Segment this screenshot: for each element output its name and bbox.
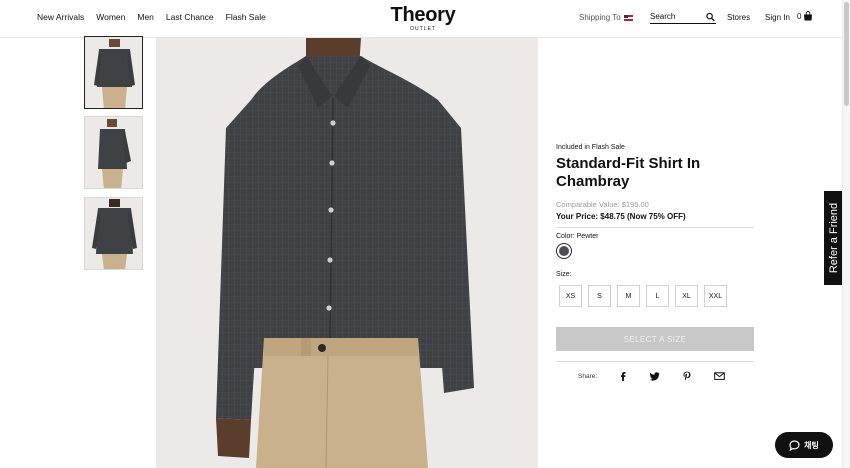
- nav-men[interactable]: Men: [137, 12, 154, 22]
- main-nav: New Arrivals Women Men Last Chance Flash…: [37, 12, 266, 22]
- color-label-text: Color:: [556, 233, 575, 240]
- sign-in-link[interactable]: Sign In: [765, 13, 790, 22]
- nav-last-chance[interactable]: Last Chance: [166, 12, 214, 22]
- size-option-m[interactable]: M: [617, 285, 640, 307]
- divider: [556, 361, 754, 362]
- shipping-selector[interactable]: Shipping To: [579, 13, 633, 22]
- comparable-value: Comparable Value: $195.00: [556, 200, 649, 209]
- stores-link[interactable]: Stores: [727, 13, 750, 22]
- share-label: Share:: [578, 372, 598, 380]
- thumbnail-image-back: [85, 198, 142, 269]
- size-option-xxl[interactable]: XXL: [704, 285, 727, 307]
- logo-subtitle: OUTLET: [410, 26, 436, 32]
- facebook-icon[interactable]: [618, 371, 628, 381]
- refer-a-friend-tab[interactable]: Refer a Friend: [824, 191, 844, 285]
- product-thumbnail-front[interactable]: [84, 36, 143, 109]
- thumbnail-image-side: [85, 117, 142, 188]
- flash-sale-badge: Included in Flash Sale: [556, 144, 625, 151]
- size-option-xl[interactable]: XL: [675, 285, 698, 307]
- search-placeholder: Search: [650, 12, 676, 21]
- site-header: New Arrivals Women Men Last Chance Flash…: [0, 0, 850, 38]
- nav-new-arrivals[interactable]: New Arrivals: [37, 12, 84, 22]
- shipping-label: Shipping To: [579, 13, 621, 22]
- share-row: Share:: [556, 371, 754, 381]
- pinterest-icon[interactable]: [682, 371, 692, 381]
- divider: [556, 227, 754, 228]
- size-option-s[interactable]: S: [588, 285, 611, 307]
- color-value: Pewter: [576, 233, 599, 240]
- size-label: Size:: [556, 271, 572, 278]
- scrollbar-thumb[interactable]: [844, 2, 849, 106]
- twitter-icon[interactable]: [650, 371, 660, 381]
- product-thumbnail-side[interactable]: [84, 116, 143, 189]
- chat-button[interactable]: 채팅: [775, 432, 833, 458]
- size-option-xs[interactable]: XS: [559, 285, 582, 307]
- color-swatch-pewter[interactable]: [556, 243, 572, 259]
- logo-wordmark: Theory: [390, 4, 456, 26]
- product-title: Standard-Fit Shirt In Chambray: [556, 155, 701, 190]
- size-options: XS S M L XL XXL: [556, 285, 754, 307]
- page-scrollbar[interactable]: [842, 0, 850, 468]
- product-thumbnail-back[interactable]: [84, 197, 143, 270]
- product-main-image[interactable]: [156, 38, 538, 468]
- search-icon[interactable]: [706, 12, 715, 22]
- size-option-l[interactable]: L: [646, 285, 669, 307]
- thumbnail-image-front: [85, 37, 142, 108]
- product-info-panel: Included in Flash Sale Standard-Fit Shir…: [556, 144, 754, 381]
- product-photo: [156, 38, 538, 468]
- email-icon[interactable]: [714, 371, 725, 381]
- nav-flash-sale[interactable]: Flash Sale: [226, 12, 266, 22]
- select-size-button[interactable]: SELECT A SIZE: [556, 327, 754, 351]
- search-input[interactable]: Search: [650, 12, 716, 24]
- us-flag-icon: [623, 14, 633, 21]
- cart-button[interactable]: 0: [797, 11, 813, 21]
- shopping-bag-icon: [804, 11, 813, 21]
- your-price: Your Price: $48.75 (Now 75% OFF): [556, 212, 686, 221]
- chat-bubble-icon: [789, 439, 800, 451]
- color-label: Color: Pewter: [556, 233, 754, 240]
- share-icons: [618, 371, 725, 381]
- cart-count: 0: [797, 11, 802, 21]
- nav-women[interactable]: Women: [96, 12, 125, 22]
- theory-logo[interactable]: Theory OUTLET: [383, 5, 463, 32]
- refer-a-friend-label: Refer a Friend: [828, 202, 840, 274]
- chat-label: 채팅: [804, 440, 819, 450]
